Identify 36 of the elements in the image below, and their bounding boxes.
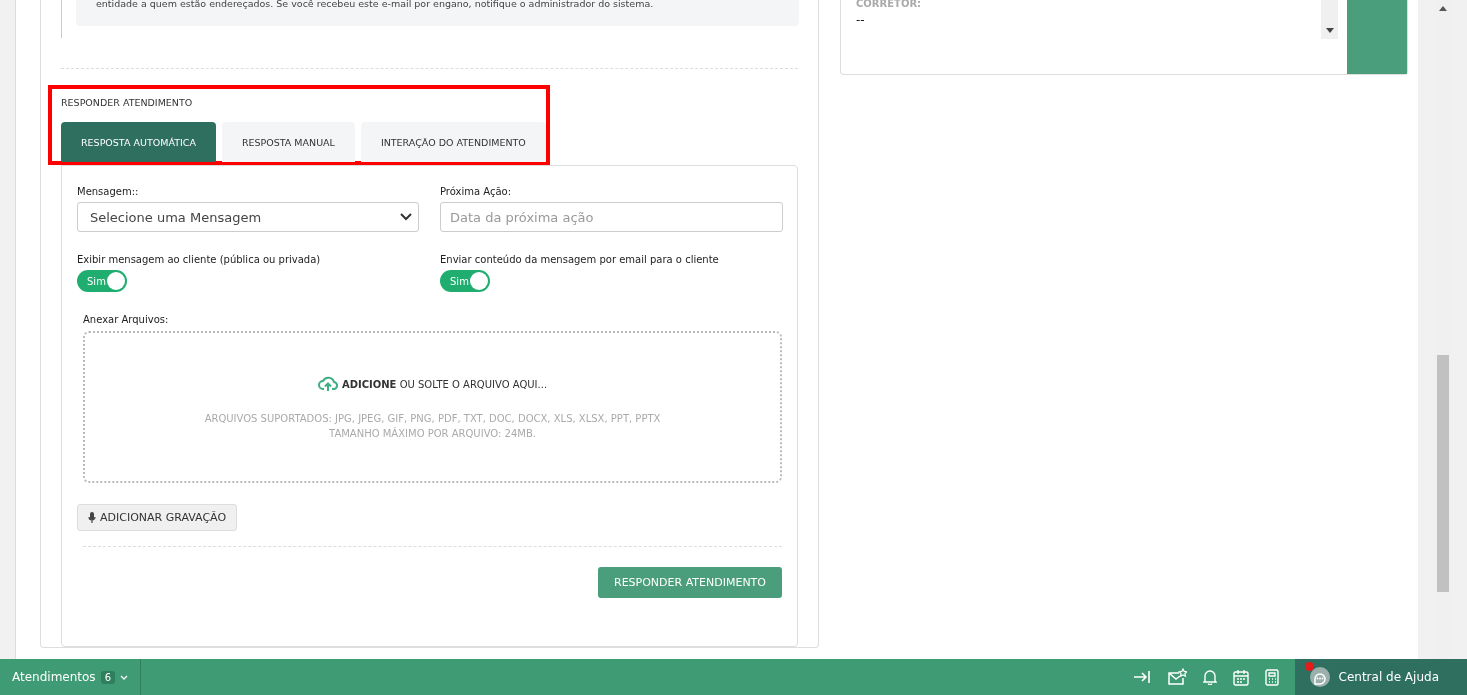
chat-bubble-icon (1308, 666, 1331, 688)
arrow-to-bar-icon[interactable] (1132, 670, 1151, 684)
envelope-star-icon[interactable] (1166, 668, 1187, 686)
calendar-icon[interactable] (1232, 668, 1249, 686)
section-title: RESPONDER ATENDIMENTO (61, 97, 194, 108)
max-size-note: TAMANHO MÁXIMO POR ARQUIVO: 24MB. (329, 428, 536, 439)
message-select[interactable]: Selecione uma Mensagem (77, 202, 419, 232)
tab[interactable]: RESPOSTA MANUAL (221, 122, 355, 162)
scrollbar[interactable] (1321, 0, 1338, 39)
atendimentos-menu[interactable]: Atendimentos 6 (0, 659, 141, 695)
cloud-upload-icon (317, 375, 338, 393)
field-value: -- (856, 13, 866, 27)
count-badge: 6 (100, 670, 115, 684)
field-label: Próxima Ação: (440, 186, 512, 197)
date-field[interactable]: Data da próxima ação (440, 202, 783, 232)
calculator-icon[interactable] (1264, 668, 1279, 686)
field-label: CORRETOR: (856, 0, 922, 9)
tab[interactable]: INTERAÇÃO DO ATENDIMENTO (360, 122, 546, 162)
scroll-down-icon (1325, 28, 1334, 33)
submit-button[interactable]: RESPONDER ATENDIMENTO (598, 567, 782, 598)
help-center-button[interactable]: Central de Ajuda (1294, 659, 1467, 695)
field-label: Mensagem:: (77, 186, 139, 197)
chevron-down-icon (400, 213, 412, 221)
chevron-down-icon (120, 674, 128, 680)
scroll-up-icon (1438, 6, 1447, 11)
bell-icon[interactable] (1202, 669, 1217, 685)
add-recording-button[interactable]: ADICIONAR GRAVAÇÃO (77, 504, 238, 531)
file-drop-zone[interactable]: ADICIONE OU SOLTE O ARQUIVO AQUI... ARQUIVOS SUPORTADOS: JPG, JPEG, GIF, PNG, PDF, TXT, DOC, DOCX, XLS, XLSX, PPT, PPTX TAMANHO MÁXIMO POR ARQUIVO: 24MB. (83, 331, 782, 483)
toggle-label: Enviar conteúdo da mensagem por email para o cliente (440, 254, 719, 265)
tab[interactable]: RESPOSTA AUTOMÁTICA (61, 122, 216, 162)
email-notice: entidade a quem estão endereçados. Se você recebeu este e-mail por engano, notifique o administrador do sistema. (76, 0, 799, 26)
microphone-icon (88, 511, 96, 524)
supported-formats: ARQUIVOS SUPORTADOS: JPG, JPEG, GIF, PNG, PDF, TXT, DOC, DOCX, XLS, XLSX, PPT, PPTX (204, 413, 661, 424)
toggle-label: Exibir mensagem ao cliente (pública ou privada) (77, 254, 321, 265)
drop-instruction: ADICIONE OU SOLTE O ARQUIVO AQUI... (341, 378, 548, 390)
field-label: Anexar Arquivos: (83, 314, 170, 325)
